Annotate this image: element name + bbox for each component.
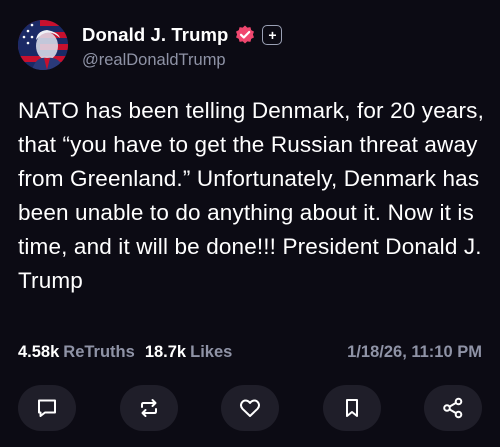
- repost-icon: [140, 399, 157, 417]
- post-meta: 4.58k ReTruths 18.7k Likes 1/18/26, 11:1…: [18, 342, 482, 362]
- likes-label: Likes: [190, 342, 233, 361]
- truth-post: Donald J. Trump + @realDonaldTrump NATO …: [0, 0, 500, 447]
- retruth-button[interactable]: [119, 385, 178, 431]
- like-button[interactable]: [221, 385, 279, 431]
- plus-badge: +: [262, 24, 283, 45]
- author-handle[interactable]: @realDonaldTrump: [82, 51, 282, 70]
- avatar-image: [18, 20, 68, 70]
- bookmark-button[interactable]: [322, 385, 381, 431]
- action-bar: [18, 383, 482, 433]
- heart-icon: [239, 399, 261, 417]
- post-header: Donald J. Trump + @realDonaldTrump: [18, 14, 283, 76]
- share-button[interactable]: [424, 385, 482, 431]
- verified-badge-icon: [234, 24, 256, 46]
- post-text: NATO has been telling Denmark, for 20 ye…: [18, 98, 491, 293]
- share-icon: [443, 397, 463, 419]
- likes-count: 18.7k: [144, 342, 187, 361]
- reply-button[interactable]: [18, 385, 76, 431]
- name-row: Donald J. Trump +: [82, 21, 283, 49]
- comment-icon: [38, 399, 56, 417]
- retruths-label: ReTruths: [63, 342, 135, 361]
- author-display-name[interactable]: Donald J. Trump: [82, 24, 228, 46]
- author-block: Donald J. Trump + @realDonaldTrump: [82, 21, 283, 70]
- likes-stat[interactable]: 18.7k Likes: [145, 343, 233, 362]
- retruths-stat[interactable]: 4.58k ReTruths: [18, 343, 135, 362]
- post-timestamp[interactable]: 1/18/26, 11:10 PM: [347, 343, 482, 362]
- avatar[interactable]: [18, 20, 68, 70]
- retruths-count: 4.58k: [18, 342, 60, 361]
- bookmark-icon: [345, 399, 358, 417]
